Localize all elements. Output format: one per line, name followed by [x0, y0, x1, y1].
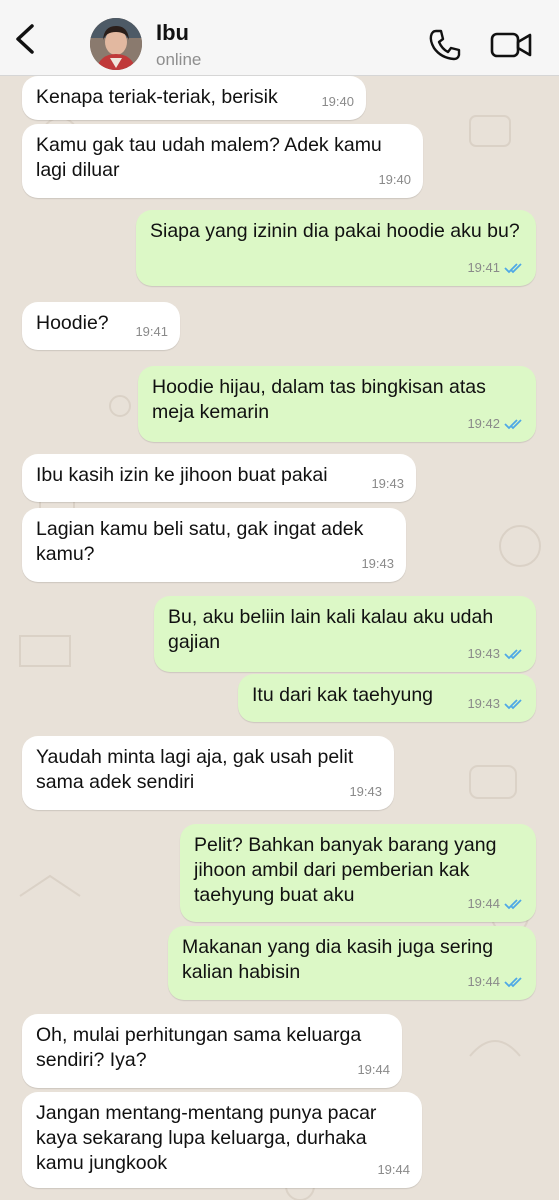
message-text: Lagian kamu beli satu, gak ingat adek ka…	[36, 518, 369, 565]
double-check-icon	[504, 898, 522, 909]
incoming-message-bubble[interactable]: Jangan mentang-mentang punya pacar kaya …	[22, 1092, 422, 1188]
chevron-left-icon[interactable]	[10, 22, 40, 56]
message-meta: 19:44	[357, 1057, 390, 1082]
message-meta: 19:43	[349, 779, 382, 804]
message-time: 19:43	[361, 556, 394, 571]
message-text: Oh, mulai perhitungan sama keluarga send…	[36, 1024, 367, 1071]
message-time: 19:43	[371, 476, 404, 491]
outgoing-message-bubble[interactable]: Makanan yang dia kasih juga sering kalia…	[168, 926, 536, 1000]
incoming-message-bubble[interactable]: Lagian kamu beli satu, gak ingat adek ka…	[22, 508, 406, 582]
message-time: 19:41	[467, 260, 500, 275]
message-meta: 19:43	[361, 551, 394, 576]
message-time: 19:44	[467, 974, 500, 989]
incoming-message-bubble[interactable]: Kenapa teriak-teriak, berisik 19:40	[22, 76, 366, 120]
outgoing-message-bubble[interactable]: Hoodie hijau, dalam tas bingkisan atas m…	[138, 366, 536, 442]
message-meta: 19:44	[467, 891, 524, 916]
message-text: Jangan mentang-mentang punya pacar kaya …	[36, 1102, 382, 1174]
message-time: 19:44	[467, 896, 500, 911]
outgoing-message-bubble[interactable]: Pelit? Bahkan banyak barang yang jihoon …	[180, 824, 536, 922]
chat-header: Ibu online	[0, 0, 559, 76]
message-time: 19:41	[135, 324, 168, 339]
message-time: 19:40	[321, 94, 354, 109]
double-check-icon	[504, 418, 522, 429]
contact-name[interactable]: Ibu	[156, 20, 189, 46]
incoming-message-bubble[interactable]: Yaudah minta lagi aja, gak usah pelit sa…	[22, 736, 394, 810]
double-check-icon	[504, 262, 522, 273]
message-text: Kenapa teriak-teriak, berisik	[36, 86, 278, 108]
message-meta: 19:44	[467, 969, 524, 994]
message-text: Yaudah minta lagi aja, gak usah pelit sa…	[36, 746, 359, 793]
video-camera-icon[interactable]	[490, 30, 532, 60]
incoming-message-bubble[interactable]: Ibu kasih izin ke jihoon buat pakai 19:43	[22, 454, 416, 502]
message-meta: 19:42	[467, 411, 524, 436]
message-time: 19:42	[467, 416, 500, 431]
message-text: Siapa yang izinin dia pakai hoodie aku b…	[150, 220, 520, 242]
message-time: 19:44	[377, 1162, 410, 1177]
outgoing-message-bubble[interactable]: Itu dari kak taehyung 19:43	[238, 674, 536, 722]
message-text: Ibu kasih izin ke jihoon buat pakai	[36, 464, 328, 486]
message-time: 19:44	[357, 1062, 390, 1077]
contact-status: online	[156, 50, 202, 69]
double-check-icon	[504, 648, 522, 659]
message-meta: 19:40	[378, 167, 411, 192]
message-meta: 19:41	[467, 255, 524, 280]
message-meta: 19:44	[377, 1157, 410, 1182]
double-check-icon	[504, 698, 522, 709]
message-meta: 19:41	[135, 319, 168, 344]
message-meta: 19:43	[467, 691, 524, 716]
message-list[interactable]: Kenapa teriak-teriak, berisik 19:40 Kamu g…	[0, 76, 559, 1200]
avatar[interactable]	[90, 18, 142, 70]
message-time: 19:40	[378, 172, 411, 187]
message-time: 19:43	[467, 696, 500, 711]
message-time: 19:43	[467, 646, 500, 661]
incoming-message-bubble[interactable]: Hoodie? 19:41	[22, 302, 180, 350]
incoming-message-bubble[interactable]: Oh, mulai perhitungan sama keluarga send…	[22, 1014, 402, 1088]
outgoing-message-bubble[interactable]: Bu, aku beliin lain kali kalau aku udah …	[154, 596, 536, 672]
message-time: 19:43	[349, 784, 382, 799]
message-text: Kamu gak tau udah malem? Adek kamu lagi …	[36, 134, 388, 181]
phone-icon[interactable]	[428, 28, 462, 62]
outgoing-message-bubble[interactable]: Siapa yang izinin dia pakai hoodie aku b…	[136, 210, 536, 286]
message-meta: 19:40	[321, 89, 354, 114]
double-check-icon	[504, 976, 522, 987]
incoming-message-bubble[interactable]: Kamu gak tau udah malem? Adek kamu lagi …	[22, 124, 423, 198]
message-meta: 19:43	[371, 471, 404, 496]
message-meta: 19:43	[467, 641, 524, 666]
